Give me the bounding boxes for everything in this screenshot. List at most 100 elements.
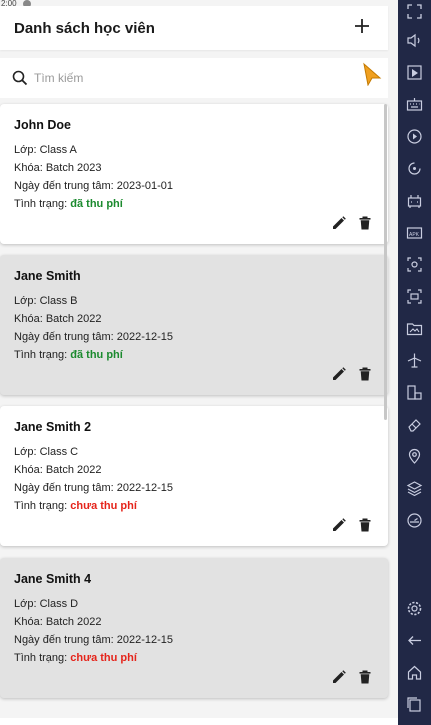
date-label: Ngày đến trung tâm: — [14, 331, 117, 343]
class-value: Class C — [39, 446, 79, 458]
delete-icon[interactable] — [358, 670, 372, 684]
student-status: Tình trạng: chưa thu phí — [14, 497, 374, 515]
student-card[interactable]: Jane Smith 4 Lớp: Class D Khóa: Batch 20… — [0, 558, 388, 698]
student-status: Tình trạng: đã thu phí — [14, 346, 374, 364]
keyboard-icon[interactable] — [406, 96, 423, 113]
batch-label: Khóa: — [14, 162, 46, 174]
class-label: Lớp: — [14, 598, 40, 610]
edit-icon[interactable] — [332, 670, 346, 684]
student-batch: Khóa: Batch 2022 — [14, 461, 374, 479]
card-actions — [332, 670, 372, 684]
batch-label: Khóa: — [14, 313, 46, 325]
batch-value: Batch 2023 — [45, 162, 102, 174]
class-label: Lớp: — [14, 295, 40, 307]
screen: 2:00 Danh sách học viên John Doe Lớp: Cl… — [0, 0, 431, 725]
student-name: John Doe — [14, 118, 71, 132]
student-batch: Khóa: Batch 2022 — [14, 613, 374, 631]
fullscreen-icon[interactable] — [406, 3, 423, 20]
search-bar — [0, 58, 388, 98]
screenshot-icon[interactable] — [406, 256, 423, 273]
media-icon[interactable] — [406, 64, 423, 81]
student-class: Lớp: Class C — [14, 443, 374, 461]
settings-icon[interactable] — [406, 600, 423, 617]
date-label: Ngày đến trung tâm: — [14, 180, 117, 192]
status-label: Tình trạng: — [14, 652, 71, 664]
delete-icon[interactable] — [358, 216, 372, 230]
student-date: Ngày đến trung tâm: 2022-12-15 — [14, 631, 374, 649]
date-value: 2022-12-15 — [116, 331, 174, 343]
student-batch: Khóa: Batch 2023 — [14, 159, 374, 177]
student-class: Lớp: Class A — [14, 141, 374, 159]
class-value: Class D — [39, 598, 79, 610]
delete-icon[interactable] — [358, 367, 372, 381]
date-value: 2023-01-01 — [116, 180, 174, 192]
search-input[interactable] — [34, 71, 334, 85]
batch-value: Batch 2022 — [45, 313, 102, 325]
apk-icon[interactable]: APK — [406, 224, 423, 241]
card-actions — [332, 367, 372, 381]
date-value: 2022-12-15 — [116, 482, 174, 494]
batch-value: Batch 2022 — [45, 464, 102, 476]
scrollbar[interactable] — [384, 104, 387, 420]
class-label: Lớp: — [14, 446, 40, 458]
student-card[interactable]: John Doe Lớp: Class A Khóa: Batch 2023 N… — [0, 104, 388, 244]
emulator-toolbar: APK — [398, 0, 431, 725]
student-status: Tình trạng: chưa thu phí — [14, 649, 374, 667]
edit-icon[interactable] — [332, 216, 346, 230]
status-value: đã thu phí — [70, 349, 123, 361]
student-name: Jane Smith 2 — [14, 420, 92, 434]
class-label: Lớp: — [14, 144, 40, 156]
back-icon[interactable] — [406, 632, 423, 649]
date-value: 2022-12-15 — [116, 634, 174, 646]
status-label: Tình trạng: — [14, 500, 71, 512]
student-class: Lớp: Class D — [14, 595, 374, 613]
class-value: Class B — [39, 295, 78, 307]
status-value: chưa thu phí — [70, 500, 137, 512]
add-icon[interactable] — [352, 16, 372, 36]
rotate-icon[interactable] — [406, 160, 423, 177]
multi-window-icon[interactable] — [406, 384, 423, 401]
status-label: Tình trạng: — [14, 198, 71, 210]
student-name: Jane Smith — [14, 269, 81, 283]
eraser-icon[interactable] — [406, 416, 423, 433]
bottom-edge — [0, 718, 398, 725]
student-date: Ngày đến trung tâm: 2022-12-15 — [14, 479, 374, 497]
speed-icon[interactable] — [406, 512, 423, 529]
play-icon[interactable] — [406, 128, 423, 145]
home-icon[interactable] — [406, 664, 423, 681]
gallery-icon[interactable] — [406, 320, 423, 337]
student-date: Ngày đến trung tâm: 2022-12-15 — [14, 328, 374, 346]
status-value: chưa thu phí — [70, 652, 137, 664]
card-actions — [332, 518, 372, 532]
student-card[interactable]: Jane Smith Lớp: Class B Khóa: Batch 2022… — [0, 255, 388, 395]
student-status: Tình trạng: đã thu phí — [14, 195, 374, 213]
student-batch: Khóa: Batch 2022 — [14, 310, 374, 328]
recent-apps-icon[interactable] — [406, 696, 423, 713]
record-icon[interactable] — [406, 288, 423, 305]
student-card[interactable]: Jane Smith 2 Lớp: Class C Khóa: Batch 20… — [0, 406, 388, 546]
date-label: Ngày đến trung tâm: — [14, 634, 117, 646]
robot-icon[interactable] — [406, 192, 423, 209]
app-window: 2:00 Danh sách học viên John Doe Lớp: Cl… — [0, 0, 398, 725]
layers-icon[interactable] — [406, 480, 423, 497]
app-bar: Danh sách học viên — [0, 6, 388, 50]
mouse-cursor-icon — [362, 62, 382, 87]
search-icon — [12, 70, 28, 86]
status-label: Tình trạng: — [14, 349, 71, 361]
delete-icon[interactable] — [358, 518, 372, 532]
card-actions — [332, 216, 372, 230]
edit-icon[interactable] — [332, 518, 346, 532]
svg-text:APK: APK — [409, 232, 420, 238]
page-title: Danh sách học viên — [14, 19, 155, 37]
student-name: Jane Smith 4 — [14, 572, 92, 586]
volume-icon[interactable] — [406, 32, 423, 49]
student-date: Ngày đến trung tâm: 2023-01-01 — [14, 177, 374, 195]
status-value: đã thu phí — [70, 198, 123, 210]
location-icon[interactable] — [406, 448, 423, 465]
student-class: Lớp: Class B — [14, 292, 374, 310]
batch-label: Khóa: — [14, 464, 46, 476]
edit-icon[interactable] — [332, 367, 346, 381]
batch-label: Khóa: — [14, 616, 46, 628]
date-label: Ngày đến trung tâm: — [14, 482, 117, 494]
airplane-icon[interactable] — [406, 352, 423, 369]
